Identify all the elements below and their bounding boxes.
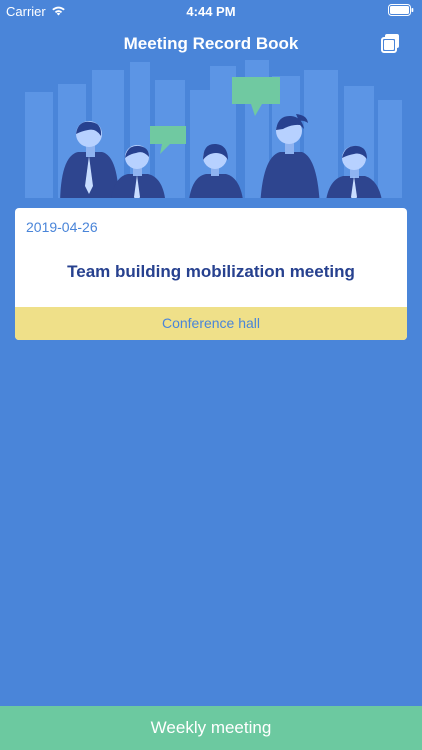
meeting-title: Team building mobilization meeting: [67, 262, 355, 281]
battery-icon: [388, 4, 414, 19]
meeting-date: 2019-04-26: [26, 219, 98, 235]
status-time: 4:44 PM: [186, 4, 236, 19]
meeting-illustration-art: [0, 60, 422, 212]
meeting-illustration: [0, 52, 422, 212]
status-bar: Carrier 4:44 PM: [0, 0, 422, 22]
meeting-record-card[interactable]: 2019-04-26 Team building mobilization me…: [15, 208, 407, 340]
weekly-meeting-button[interactable]: Weekly meeting: [0, 706, 422, 750]
page-title: Meeting Record Book: [123, 34, 299, 53]
meeting-location: Conference hall: [15, 307, 407, 340]
